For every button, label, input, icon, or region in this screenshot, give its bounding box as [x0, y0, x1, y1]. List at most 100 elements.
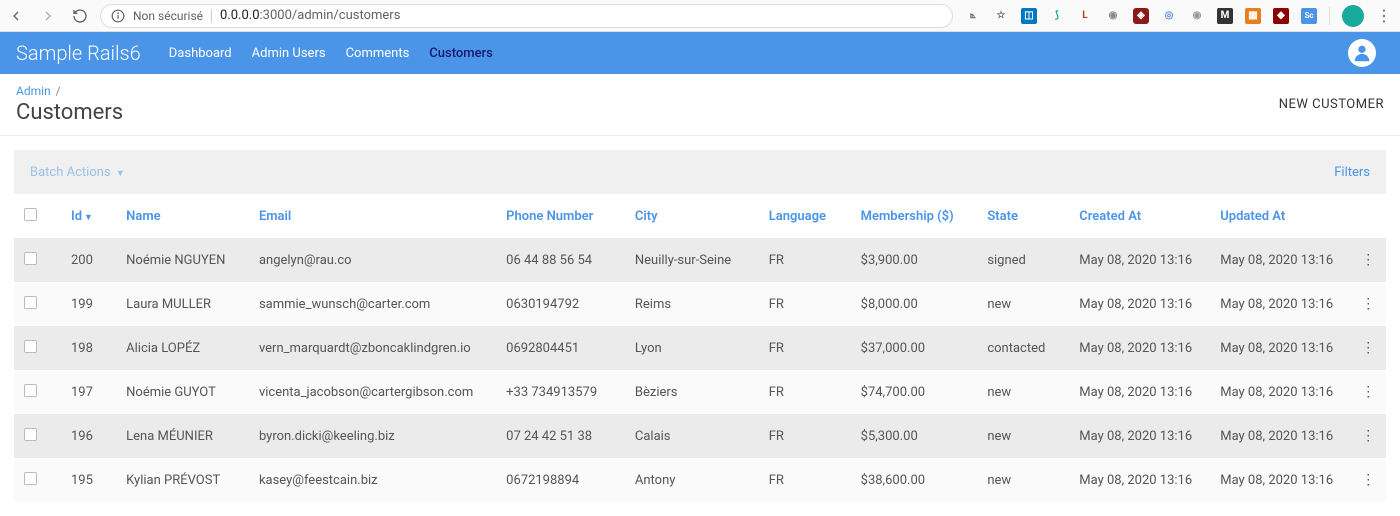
select-all-checkbox[interactable]	[24, 208, 37, 221]
ext-sc-icon[interactable]: Sc	[1301, 8, 1317, 24]
page-title: Customers	[16, 100, 123, 125]
url-divider	[211, 9, 212, 23]
nav-dashboard[interactable]: Dashboard	[169, 46, 232, 61]
cell-updated: May 08, 2020 13:16	[1210, 414, 1351, 458]
col-membership[interactable]: Membership ($)	[851, 194, 978, 238]
row-menu-icon[interactable]: ⋮	[1361, 340, 1375, 356]
user-menu-icon[interactable]	[1348, 39, 1376, 67]
forward-icon[interactable]	[40, 8, 56, 24]
table-row: 197Noémie GUYOTvicenta_jacobson@cartergi…	[14, 370, 1386, 414]
col-created[interactable]: Created At	[1069, 194, 1210, 238]
row-checkbox[interactable]	[24, 428, 37, 441]
content: Batch Actions ▼ Filters Id▼ Name Email P…	[0, 136, 1400, 516]
cell-state: new	[977, 370, 1069, 414]
cell-membership: $3,900.00	[851, 238, 978, 282]
cell-phone: +33 734913579	[496, 370, 625, 414]
cell-language: FR	[759, 458, 851, 502]
cell-city: Reims	[625, 282, 759, 326]
batch-actions-label: Batch Actions	[30, 165, 111, 180]
ext-shield-icon[interactable]: ◈	[1133, 8, 1149, 24]
ext-globe-icon[interactable]: ◎	[1161, 8, 1177, 24]
cell-updated: May 08, 2020 13:16	[1210, 326, 1351, 370]
cell-updated: May 08, 2020 13:16	[1210, 282, 1351, 326]
cell-created: May 08, 2020 13:16	[1069, 370, 1210, 414]
col-email[interactable]: Email	[249, 194, 496, 238]
breadcrumb-root[interactable]: Admin	[16, 84, 51, 98]
ext-trello-icon[interactable]: ◫	[1021, 8, 1037, 24]
row-menu-icon[interactable]: ⋮	[1361, 252, 1375, 268]
ext-teal-icon[interactable]: ⟆	[1049, 8, 1065, 24]
back-icon[interactable]	[8, 8, 24, 24]
cell-language: FR	[759, 238, 851, 282]
extension-icons: ⦝ ☆ ◫ ⟆ L ◉ ◈ ◎ ◉ M ▦ ◆ Sc ⋮	[965, 5, 1392, 27]
nav-customers[interactable]: Customers	[429, 46, 493, 61]
cell-id: 199	[61, 282, 116, 326]
nav-comments[interactable]: Comments	[346, 46, 410, 61]
batch-actions-button[interactable]: Batch Actions ▼	[30, 165, 125, 180]
cell-updated: May 08, 2020 13:16	[1210, 370, 1351, 414]
cell-language: FR	[759, 326, 851, 370]
ext-ruby-icon[interactable]: ◆	[1273, 8, 1289, 24]
table-header-row: Id▼ Name Email Phone Number City Languag…	[14, 194, 1386, 238]
cell-email: sammie_wunsch@carter.com	[249, 282, 496, 326]
col-state[interactable]: State	[977, 194, 1069, 238]
url-bar[interactable]: Non sécurisé 0.0.0.0:3000/admin/customer…	[100, 4, 953, 28]
table-row: 196Lena MÉUNIERbyron.dicki@keeling.biz07…	[14, 414, 1386, 458]
cell-created: May 08, 2020 13:16	[1069, 458, 1210, 502]
cell-city: Antony	[625, 458, 759, 502]
cell-name: Laura MULLER	[116, 282, 249, 326]
table-row: 198Alicia LOPÉZvern_marquardt@zboncaklin…	[14, 326, 1386, 370]
reload-icon[interactable]	[72, 8, 88, 24]
cell-state: signed	[977, 238, 1069, 282]
ext-orange-icon[interactable]: ▦	[1245, 8, 1261, 24]
row-menu-icon[interactable]: ⋮	[1361, 472, 1375, 488]
cell-phone: 0672198894	[496, 458, 625, 502]
ext-m-icon[interactable]: M	[1217, 8, 1233, 24]
ext-l-icon[interactable]: L	[1077, 8, 1093, 24]
cell-created: May 08, 2020 13:16	[1069, 414, 1210, 458]
cell-city: Neuilly-sur-Seine	[625, 238, 759, 282]
chevron-down-icon: ▼	[116, 169, 125, 179]
cell-membership: $5,300.00	[851, 414, 978, 458]
ext-camera-icon[interactable]: ◉	[1105, 8, 1121, 24]
browser-menu-icon[interactable]: ⋮	[1376, 6, 1392, 25]
row-checkbox[interactable]	[24, 296, 37, 309]
col-phone[interactable]: Phone Number	[496, 194, 625, 238]
cell-email: vern_marquardt@zboncaklindgren.io	[249, 326, 496, 370]
translate-icon[interactable]: ⦝	[965, 8, 981, 24]
cell-city: Bèziers	[625, 370, 759, 414]
filters-button[interactable]: Filters	[1334, 165, 1370, 180]
row-checkbox[interactable]	[24, 340, 37, 353]
cell-email: vicenta_jacobson@cartergibson.com	[249, 370, 496, 414]
sort-desc-icon: ▼	[84, 213, 93, 223]
star-icon[interactable]: ☆	[993, 8, 1009, 24]
table-row: 200Noémie NGUYENangelyn@rau.co06 44 88 5…	[14, 238, 1386, 282]
nav-admin-users[interactable]: Admin Users	[252, 46, 326, 61]
table-row: 195Kylian PRÉVOSTkasey@feestcain.biz0672…	[14, 458, 1386, 502]
row-menu-icon[interactable]: ⋮	[1361, 428, 1375, 444]
title-bar: Admin / Customers NEW CUSTOMER	[0, 74, 1400, 136]
table-row: 199Laura MULLERsammie_wunsch@carter.com0…	[14, 282, 1386, 326]
col-id[interactable]: Id▼	[61, 194, 116, 238]
cell-city: Calais	[625, 414, 759, 458]
row-checkbox[interactable]	[24, 384, 37, 397]
profile-avatar-icon[interactable]	[1342, 5, 1364, 27]
cell-updated: May 08, 2020 13:16	[1210, 238, 1351, 282]
cell-id: 197	[61, 370, 116, 414]
row-checkbox[interactable]	[24, 472, 37, 485]
row-checkbox[interactable]	[24, 252, 37, 265]
col-name[interactable]: Name	[116, 194, 249, 238]
cell-name: Lena MÉUNIER	[116, 414, 249, 458]
cell-name: Noémie NGUYEN	[116, 238, 249, 282]
row-menu-icon[interactable]: ⋮	[1361, 296, 1375, 312]
ext-grey-icon[interactable]: ◉	[1189, 8, 1205, 24]
cell-email: angelyn@rau.co	[249, 238, 496, 282]
new-customer-button[interactable]: NEW CUSTOMER	[1279, 97, 1384, 112]
breadcrumb-sep: /	[56, 84, 61, 98]
col-city[interactable]: City	[625, 194, 759, 238]
col-language[interactable]: Language	[759, 194, 851, 238]
brand[interactable]: Sample Rails6	[16, 41, 141, 65]
col-updated[interactable]: Updated At	[1210, 194, 1351, 238]
row-menu-icon[interactable]: ⋮	[1361, 384, 1375, 400]
cell-id: 196	[61, 414, 116, 458]
